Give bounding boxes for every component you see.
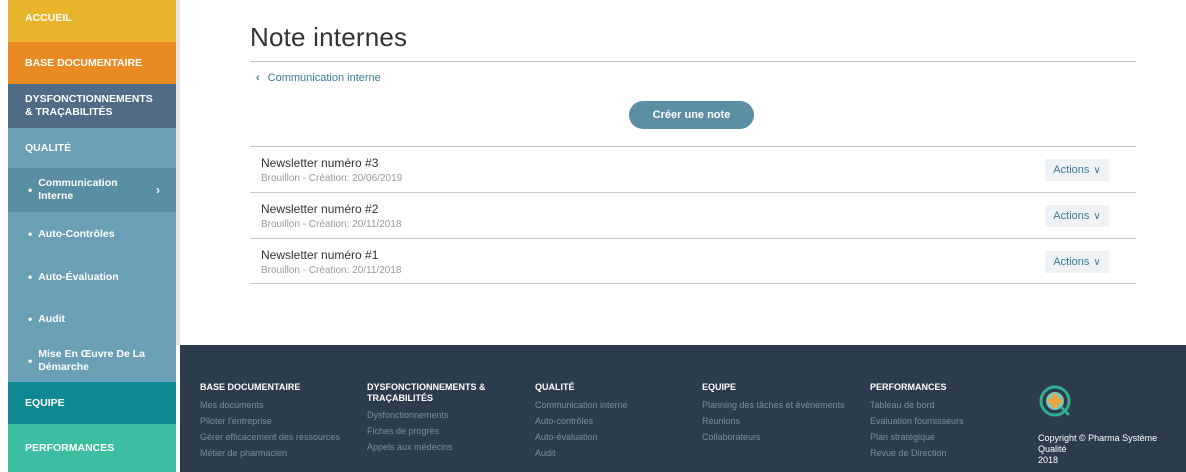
chevron-left-icon: ‹ bbox=[256, 72, 260, 84]
note-status: Brouillon - Création: 20/11/2018 bbox=[261, 219, 402, 230]
heading-line: TRAÇABILITÉS bbox=[367, 393, 433, 403]
sidebar-item-label: QUALITÉ bbox=[25, 142, 72, 154]
title-divider bbox=[250, 61, 1136, 62]
bullet-icon: • bbox=[28, 353, 33, 368]
actions-dropdown[interactable]: Actions ∨ bbox=[1045, 205, 1109, 227]
sidebar-subitem-mise-en-oeuvre[interactable]: • Mise En Œuvre De La Démarche bbox=[8, 340, 176, 382]
footer-link[interactable]: Appels aux médecins bbox=[367, 439, 486, 455]
breadcrumb-label: Communication interne bbox=[267, 72, 381, 84]
footer-column-performances: PERFORMANCES Tableau de bord Evaluation … bbox=[870, 382, 964, 461]
sidebar-item-dysfonctionnements[interactable]: DYSFONCTIONNEMENTS & TRAÇABILITÉS bbox=[8, 84, 176, 128]
sidebar-item-label: PERFORMANCES bbox=[25, 442, 115, 454]
note-title[interactable]: Newsletter numéro #2 bbox=[261, 202, 378, 216]
sidebar-item-label: Audit bbox=[38, 313, 66, 325]
footer: BASE DOCUMENTAIRE Mes documents Piloter … bbox=[180, 345, 1186, 472]
note-status: Brouillon - Création: 20/11/2018 bbox=[261, 265, 402, 276]
footer-link[interactable]: Revue de Direction bbox=[870, 445, 964, 461]
actions-dropdown[interactable]: Actions ∨ bbox=[1045, 251, 1109, 273]
sidebar-item-accueil[interactable]: ACCUEIL bbox=[8, 0, 176, 42]
copyright-line: 2018 bbox=[1038, 455, 1059, 465]
pharma-qualite-logo-icon bbox=[1039, 385, 1071, 417]
sidebar-subitem-auto-controles[interactable]: • Auto-Contrôles bbox=[8, 212, 176, 256]
footer-link[interactable]: Plan stratégique bbox=[870, 429, 964, 445]
copyright-text: Copyright © Pharma Système Qualité 2018 bbox=[1038, 433, 1186, 466]
copyright-line: Copyright © Pharma Système Qualité bbox=[1038, 433, 1158, 454]
create-note-button[interactable]: Créer une note bbox=[629, 101, 754, 129]
footer-heading[interactable]: DYSFONCTIONNEMENTS & TRAÇABILITÉS bbox=[367, 382, 486, 404]
footer-link[interactable]: Auto-contrôles bbox=[535, 413, 628, 429]
actions-label: Actions bbox=[1053, 256, 1090, 268]
sidebar: ACCUEIL BASE DOCUMENTAIRE DYSFONCTIONNEM… bbox=[8, 0, 179, 472]
note-title[interactable]: Newsletter numéro #3 bbox=[261, 156, 378, 170]
footer-link[interactable]: Evaluation fournisseurs bbox=[870, 413, 964, 429]
footer-column-equipe: EQUIPE Planning des tâches et évènements… bbox=[702, 382, 845, 445]
sidebar-item-label: DYSFONCTIONNEMENTS & TRAÇABILITÉS bbox=[25, 93, 153, 119]
sidebar-item-label: EQUIPE bbox=[25, 397, 65, 409]
footer-column-qualite: QUALITÉ Communication interne Auto-contr… bbox=[535, 382, 628, 461]
chevron-right-icon: › bbox=[156, 182, 160, 197]
breadcrumb[interactable]: ‹ Communication interne bbox=[256, 72, 381, 84]
note-title[interactable]: Newsletter numéro #1 bbox=[261, 248, 378, 262]
footer-heading[interactable]: BASE DOCUMENTAIRE bbox=[200, 382, 340, 393]
footer-heading[interactable]: PERFORMANCES bbox=[870, 382, 964, 393]
footer-heading[interactable]: EQUIPE bbox=[702, 382, 845, 393]
heading-line: DYSFONCTIONNEMENTS & bbox=[367, 382, 486, 392]
chevron-down-icon: ∨ bbox=[1093, 210, 1101, 222]
footer-link[interactable]: Piloter l'entreprise bbox=[200, 413, 340, 429]
label-line: Mise En Œuvre De La bbox=[38, 348, 145, 360]
page-title: Note internes bbox=[250, 22, 408, 52]
sidebar-subitem-auto-evaluation[interactable]: • Auto-Évaluation bbox=[8, 256, 176, 298]
bullet-icon: • bbox=[28, 270, 33, 284]
footer-link[interactable]: Tableau de bord bbox=[870, 397, 964, 413]
sidebar-item-label: Mise En Œuvre De La Démarche bbox=[38, 348, 145, 374]
actions-label: Actions bbox=[1053, 210, 1090, 222]
sidebar-item-label: BASE DOCUMENTAIRE bbox=[25, 57, 143, 69]
note-status: Brouillon - Création: 20/06/2019 bbox=[261, 173, 403, 184]
sidebar-divider bbox=[176, 0, 180, 345]
footer-link[interactable]: Gérer efficacement des ressources bbox=[200, 429, 340, 445]
footer-link[interactable]: Audit bbox=[535, 445, 628, 461]
sidebar-item-label: Auto-Contrôles bbox=[38, 228, 115, 240]
footer-link[interactable]: Communication interne bbox=[535, 397, 628, 413]
list-item[interactable]: Newsletter numéro #3 Brouillon - Créatio… bbox=[250, 146, 1136, 192]
bullet-icon: • bbox=[28, 312, 33, 326]
sidebar-item-label: Communication Interne bbox=[38, 177, 117, 203]
sidebar-item-base-documentaire[interactable]: BASE DOCUMENTAIRE bbox=[8, 42, 176, 84]
footer-column-dysfonctionnements: DYSFONCTIONNEMENTS & TRAÇABILITÉS Dysfon… bbox=[367, 382, 486, 455]
footer-link[interactable]: Dysfonctionnements bbox=[367, 407, 486, 423]
sidebar-item-label: Auto-Évaluation bbox=[38, 271, 119, 283]
bullet-icon: • bbox=[28, 227, 33, 241]
footer-link[interactable]: Fiches de progrès bbox=[367, 423, 486, 439]
notes-list: Newsletter numéro #3 Brouillon - Créatio… bbox=[250, 146, 1136, 284]
footer-link[interactable]: Planning des tâches et évènements bbox=[702, 397, 845, 413]
bullet-icon: • bbox=[28, 182, 33, 197]
footer-link[interactable]: Auto-évaluation bbox=[535, 429, 628, 445]
footer-column-base-documentaire: BASE DOCUMENTAIRE Mes documents Piloter … bbox=[200, 382, 340, 461]
list-item[interactable]: Newsletter numéro #2 Brouillon - Créatio… bbox=[250, 192, 1136, 238]
label-line: Communication bbox=[38, 177, 118, 189]
footer-link[interactable]: Réunions bbox=[702, 413, 845, 429]
label-line: & TRAÇABILITÉS bbox=[25, 106, 113, 118]
actions-label: Actions bbox=[1053, 164, 1090, 176]
footer-heading[interactable]: QUALITÉ bbox=[535, 382, 628, 393]
label-line: Démarche bbox=[38, 361, 89, 373]
sidebar-item-equipe[interactable]: EQUIPE bbox=[8, 382, 176, 424]
chevron-down-icon: ∨ bbox=[1093, 256, 1101, 268]
actions-dropdown[interactable]: Actions ∨ bbox=[1045, 159, 1109, 181]
footer-link[interactable]: Métier de pharmacien bbox=[200, 445, 340, 461]
label-line: Interne bbox=[38, 190, 74, 202]
sidebar-item-qualite[interactable]: QUALITÉ bbox=[8, 128, 176, 168]
label-line: DYSFONCTIONNEMENTS bbox=[25, 93, 153, 105]
list-item[interactable]: Newsletter numéro #1 Brouillon - Créatio… bbox=[250, 238, 1136, 284]
sidebar-item-performances[interactable]: PERFORMANCES bbox=[8, 424, 176, 472]
sidebar-subitem-communication-interne[interactable]: • Communication Interne › bbox=[8, 168, 176, 212]
footer-link[interactable]: Collaborateurs bbox=[702, 429, 845, 445]
chevron-down-icon: ∨ bbox=[1093, 164, 1101, 176]
sidebar-subitem-audit[interactable]: • Audit bbox=[8, 298, 176, 340]
sidebar-item-label: ACCUEIL bbox=[25, 12, 72, 24]
footer-link[interactable]: Mes documents bbox=[200, 397, 340, 413]
